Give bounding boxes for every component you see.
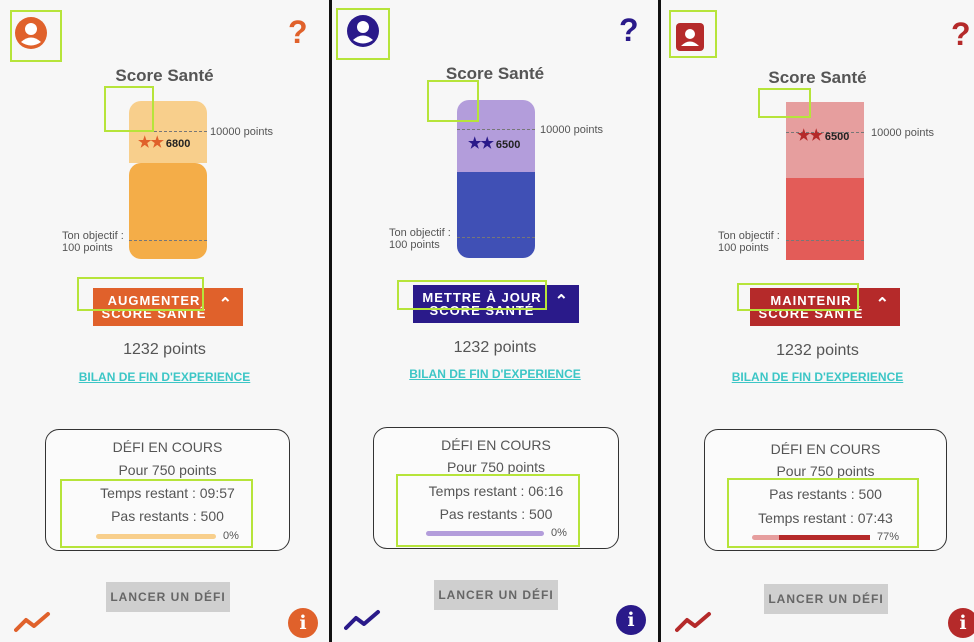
experience-report-link[interactable]: BILAN DE FIN D'EXPERIENCE [661,370,974,384]
score-value: 6500 [495,139,521,151]
chevron-up-icon: ⌃ [875,296,890,313]
gauge-level [129,163,207,259]
experience-report-link[interactable]: BILAN DE FIN D'EXPERIENCE [0,370,329,384]
highlight-box [60,479,253,548]
highlight-box [104,86,154,132]
highlight-box [10,10,62,62]
card-title: DÉFI EN COURS [112,439,223,455]
gauge-level [786,178,864,260]
max-label: 10000 points [871,127,934,139]
goal-line [129,240,207,241]
score-value: 6800 [165,138,191,150]
help-icon[interactable]: ? [951,16,971,53]
score-value: 6500 [824,131,850,143]
card-reward: Pour 750 points [118,462,217,478]
trend-line-icon[interactable] [675,610,713,634]
phone-screen-1: ? Score Santé ★★ 6800 10000 points Ton ob… [0,0,329,642]
help-icon[interactable]: ? [619,12,639,49]
page-title: Score Santé [768,68,867,87]
goal-label-line2: 100 points [389,239,440,251]
goal-line [457,237,535,238]
star-icon: ★★ [797,127,823,144]
info-button[interactable]: i [616,605,646,635]
highlight-box [758,88,811,118]
gauge-level [457,172,535,258]
highlight-box [77,277,204,311]
goal-label-line1: Ton objectif : [389,227,451,239]
card-title: DÉFI EN COURS [770,441,881,457]
phone-screen-3: ? Score Santé ★★ 6500 10000 points Ton ob… [661,0,974,642]
score-stars: ★★ 6500 [797,126,849,144]
star-icon: ★★ [468,135,494,152]
info-button[interactable]: i [948,608,974,638]
launch-challenge-button[interactable]: LANCER UN DÉFI [764,584,888,614]
chevron-up-icon: ⌃ [218,296,233,313]
card-reward: Pour 750 points [776,463,875,479]
goal-label-line2: 100 points [718,242,769,254]
goal-label-line1: Ton objectif : [62,230,124,242]
goal-label-line2: 100 points [62,242,113,254]
score-gauge [457,100,535,258]
highlight-box [737,283,859,311]
highlight-box [397,280,547,310]
launch-challenge-button[interactable]: LANCER UN DÉFI [106,582,230,612]
page-title: Score Santé [115,66,214,85]
goal-label-line1: Ton objectif : [718,230,780,242]
help-icon[interactable]: ? [288,14,308,51]
highlight-box [669,10,717,58]
launch-challenge-button[interactable]: LANCER UN DÉFI [434,580,558,610]
info-button[interactable]: i [288,608,318,638]
highlight-box [336,8,390,60]
phone-screen-2: ? Score Santé ★★ 6500 10000 points Ton ob… [332,0,658,642]
total-points: 1232 points [453,339,537,356]
highlight-box [427,80,479,122]
score-stars: ★★ 6800 [138,133,190,151]
chevron-up-icon: ⌃ [554,293,569,310]
highlight-box [396,474,580,547]
max-label: 10000 points [540,124,603,136]
score-stars: ★★ 6500 [468,134,520,152]
highlight-box [727,478,919,548]
star-icon: ★★ [138,134,164,151]
max-line [457,129,535,130]
trend-line-icon[interactable] [14,610,52,634]
card-title: DÉFI EN COURS [441,437,551,453]
page-title: Score Santé [445,64,545,83]
total-points: 1232 points [776,342,859,359]
max-label: 10000 points [210,126,273,138]
trend-line-icon[interactable] [344,608,382,632]
goal-line [786,240,864,241]
card-reward: Pour 750 points [446,459,546,475]
experience-report-link[interactable]: BILAN DE FIN D'EXPERIENCE [332,367,658,381]
total-points: 1232 points [123,341,206,358]
